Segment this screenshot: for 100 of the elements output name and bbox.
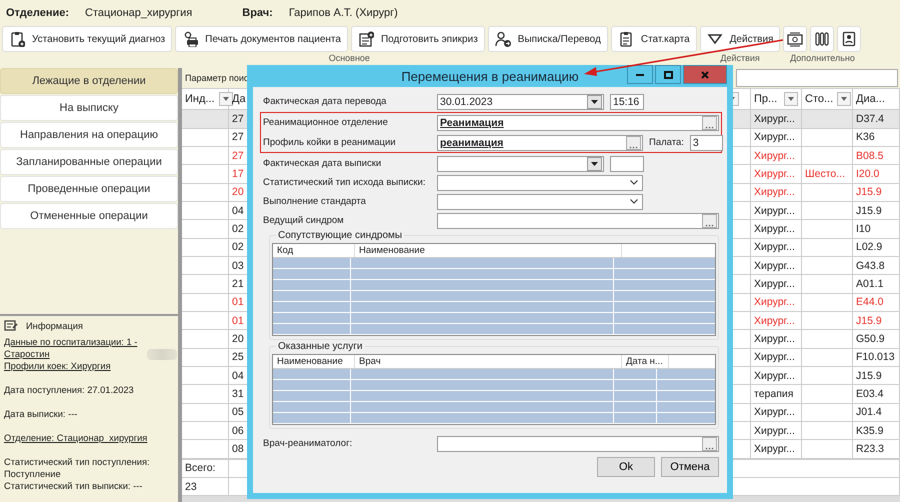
date-field[interactable] — [437, 156, 604, 172]
toolbar-group-label: Основное — [328, 52, 370, 64]
table-cell: терапия — [754, 388, 794, 400]
chevron-icon — [630, 180, 638, 185]
column-header[interactable]: Диа... — [853, 89, 900, 110]
dialog-button[interactable]: Ok — [597, 457, 655, 477]
close-button[interactable] — [683, 65, 727, 84]
lookup-field[interactable]: реанимация — [437, 134, 643, 150]
column-header[interactable]: Дата н... — [622, 355, 669, 368]
table-cell: J01.4 — [856, 406, 882, 418]
table-cell: 17 — [232, 168, 244, 180]
table-cell: 21 — [232, 278, 244, 290]
time-field[interactable]: 15:16 — [610, 94, 644, 110]
department-value: Стационар_хирургия — [85, 7, 192, 19]
sidebar-item[interactable]: Отмененные операции — [0, 203, 178, 229]
table-cell: 01 — [232, 296, 244, 308]
sidebar-item[interactable]: На выписку — [0, 95, 178, 121]
filter-button[interactable] — [218, 92, 233, 106]
table-cell: 27 — [232, 113, 244, 126]
table-cell: L02.9 — [856, 241, 882, 254]
lookup-field[interactable] — [437, 436, 719, 452]
info-link[interactable]: Отделение: Стационар_хирургия — [4, 432, 148, 444]
date-field[interactable]: 30.01.2023 — [437, 94, 604, 110]
column-header[interactable]: Да — [232, 93, 246, 106]
column-header[interactable]: Инд... — [182, 89, 229, 110]
table-cell: Хирург... — [754, 314, 795, 327]
search-field[interactable] — [736, 69, 898, 88]
toolbar-button[interactable]: Выписка/Перевод — [488, 26, 608, 52]
table-cell: K35.9 — [856, 424, 884, 437]
table-cell: I20.0 — [856, 168, 880, 180]
info-link[interactable]: Профили коек: Хирургия — [4, 360, 111, 372]
toolbar-icon-button[interactable] — [810, 26, 834, 52]
maximize-icon — [664, 70, 672, 78]
time-field[interactable] — [610, 156, 644, 172]
dialog-button[interactable]: Отмена — [661, 457, 719, 477]
chevron-icon — [630, 199, 638, 204]
table-cell: Хирург... — [754, 443, 795, 455]
info-title: Информация — [26, 320, 83, 332]
lookup-field[interactable] — [437, 212, 719, 228]
column-header[interactable]: Сто... — [802, 89, 853, 110]
toolbar-button[interactable]: Установить текущий диагноз — [2, 26, 172, 52]
table-cell: E44.0 — [856, 296, 884, 308]
money-icon — [787, 31, 804, 47]
info-link[interactable]: Данные по госпитализации: 1 - Старостин — [4, 336, 149, 360]
maximize-button[interactable] — [655, 65, 681, 84]
column-header[interactable]: Врач — [355, 355, 622, 368]
column-header[interactable]: Наименование — [355, 244, 622, 257]
toolbar-button[interactable]: Действия — [700, 26, 780, 52]
table-cell: 27 — [232, 131, 244, 144]
table-cell: Шесто... — [805, 168, 845, 180]
column-header[interactable]: Код — [273, 244, 355, 257]
filter-button[interactable] — [784, 92, 798, 106]
search-label: Параметр поис — [185, 73, 248, 84]
combo-field[interactable] — [437, 194, 643, 210]
column-header[interactable]: Наименование — [273, 355, 355, 368]
id-card-icon — [841, 31, 858, 47]
table-cell: Хирург... — [754, 168, 795, 180]
table-cell: E03.4 — [856, 388, 884, 400]
field-label: Выполнение стандарта — [263, 196, 367, 207]
field-label: Статистический тип исхода выписки: — [263, 177, 426, 188]
table-cell: Хирург... — [754, 278, 795, 290]
minimize-button[interactable] — [627, 65, 653, 84]
toolbar-icon-button[interactable] — [837, 26, 862, 52]
table-cell: 03 — [232, 260, 244, 272]
column-header[interactable]: Пр... — [751, 89, 802, 110]
department-label: Отделение: — [6, 7, 70, 19]
table-cell: 05 — [232, 406, 244, 418]
table-cell: 31 — [232, 388, 244, 400]
toolbar-button[interactable]: Подготовить эпикриз — [350, 26, 485, 52]
field-label: Врач-реаниматолог: — [263, 438, 354, 449]
table-cell: D37.4 — [856, 113, 884, 126]
data-grid[interactable]: Наименование Врач Дата н... — [272, 354, 716, 425]
table-cell: Хирург... — [754, 113, 795, 126]
table-cell: 27 — [232, 150, 244, 162]
lookup-field[interactable]: Реанимация — [437, 114, 719, 130]
dropdown-button[interactable] — [587, 94, 602, 108]
note-icon — [4, 320, 18, 332]
table-cell: 20 — [232, 186, 244, 198]
doctor-label: Врач: — [242, 7, 273, 19]
filter-button[interactable] — [837, 92, 852, 106]
sidebar-item[interactable]: Направления на операцию — [0, 122, 178, 148]
data-grid[interactable]: Код Наименование — [272, 243, 716, 336]
sidebar-item[interactable]: Лежащие в отделении — [0, 68, 178, 94]
table-cell: G43.8 — [856, 260, 885, 272]
printer-icon — [182, 31, 198, 47]
combo-field[interactable] — [437, 174, 643, 190]
table-cell: 06 — [232, 424, 244, 437]
field-label: Фактическая дата перевода — [263, 96, 388, 107]
table-cell: 02 — [232, 223, 244, 236]
table-cell: I10 — [856, 223, 871, 236]
table-cell: J15.9 — [856, 186, 882, 198]
sidebar-item[interactable]: Запланированные операции — [0, 149, 178, 175]
toolbar-button[interactable]: Стат.карта — [610, 26, 697, 52]
field-label: Профиль койки в реанимации — [263, 137, 397, 148]
toolbar-button[interactable]: Печать документов пациента — [175, 26, 348, 52]
dropdown-button[interactable] — [587, 156, 602, 170]
sidebar-item[interactable]: Проведенные операции — [0, 176, 178, 202]
toolbar-icon-button[interactable] — [783, 26, 808, 52]
table-cell: Хирург... — [754, 150, 795, 162]
room-field[interactable]: 3 — [690, 134, 723, 150]
